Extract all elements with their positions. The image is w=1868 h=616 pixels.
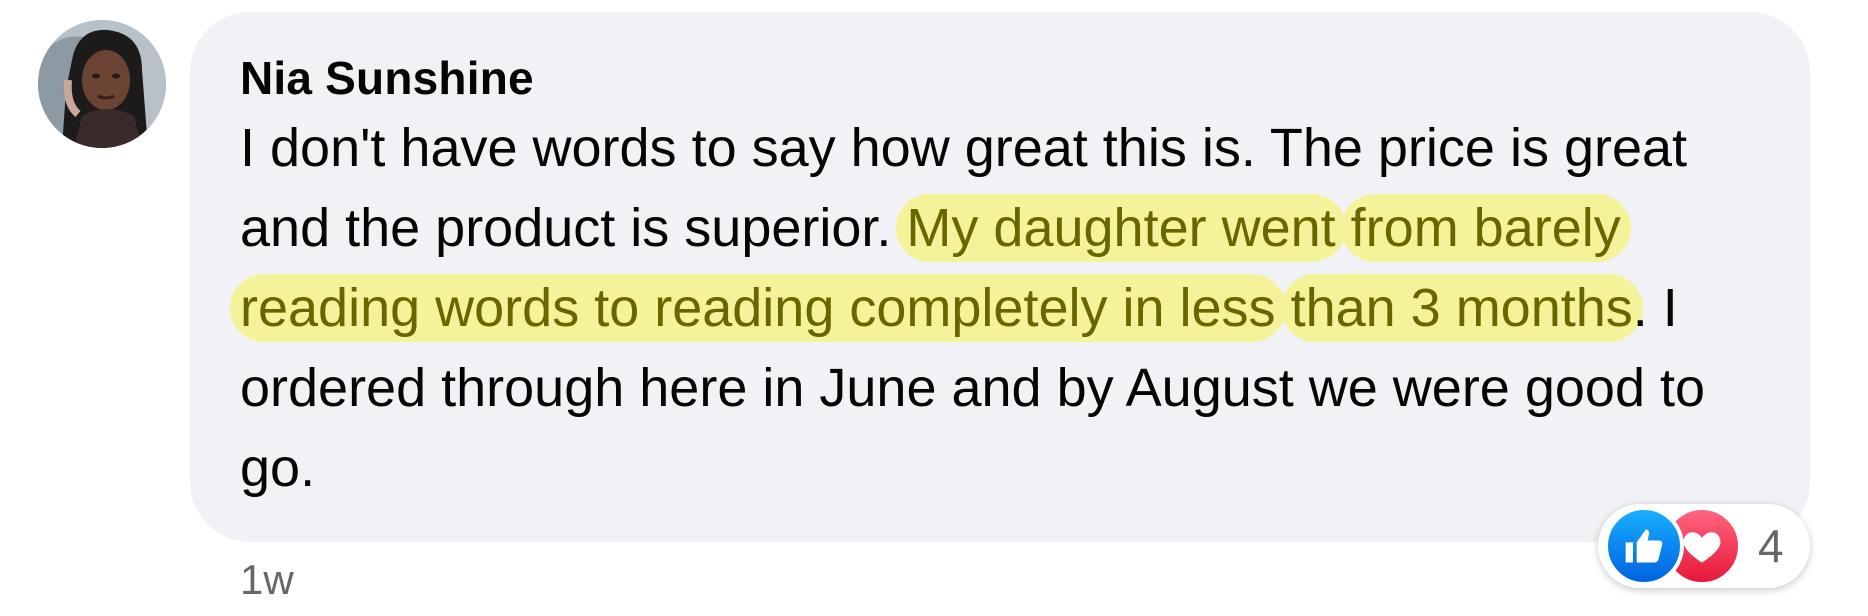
author-name[interactable]: Nia Sunshine (240, 48, 1762, 108)
highlighted-text: My daughter went (896, 194, 1346, 262)
profile-photo-icon (38, 20, 166, 148)
comment-timestamp[interactable]: 1w (240, 556, 294, 604)
reactions-summary[interactable]: 4 (1598, 504, 1810, 588)
comment: Nia Sunshine I don't have words to say h… (0, 0, 1868, 616)
avatar[interactable] (38, 20, 166, 148)
comment-text: I don't have words to say how great this… (230, 108, 1780, 508)
reaction-count: 4 (1758, 520, 1784, 572)
comment-bubble: Nia Sunshine I don't have words to say h… (190, 12, 1810, 542)
like-icon (1604, 506, 1684, 586)
highlighted-text: than 3 months (1280, 274, 1643, 342)
